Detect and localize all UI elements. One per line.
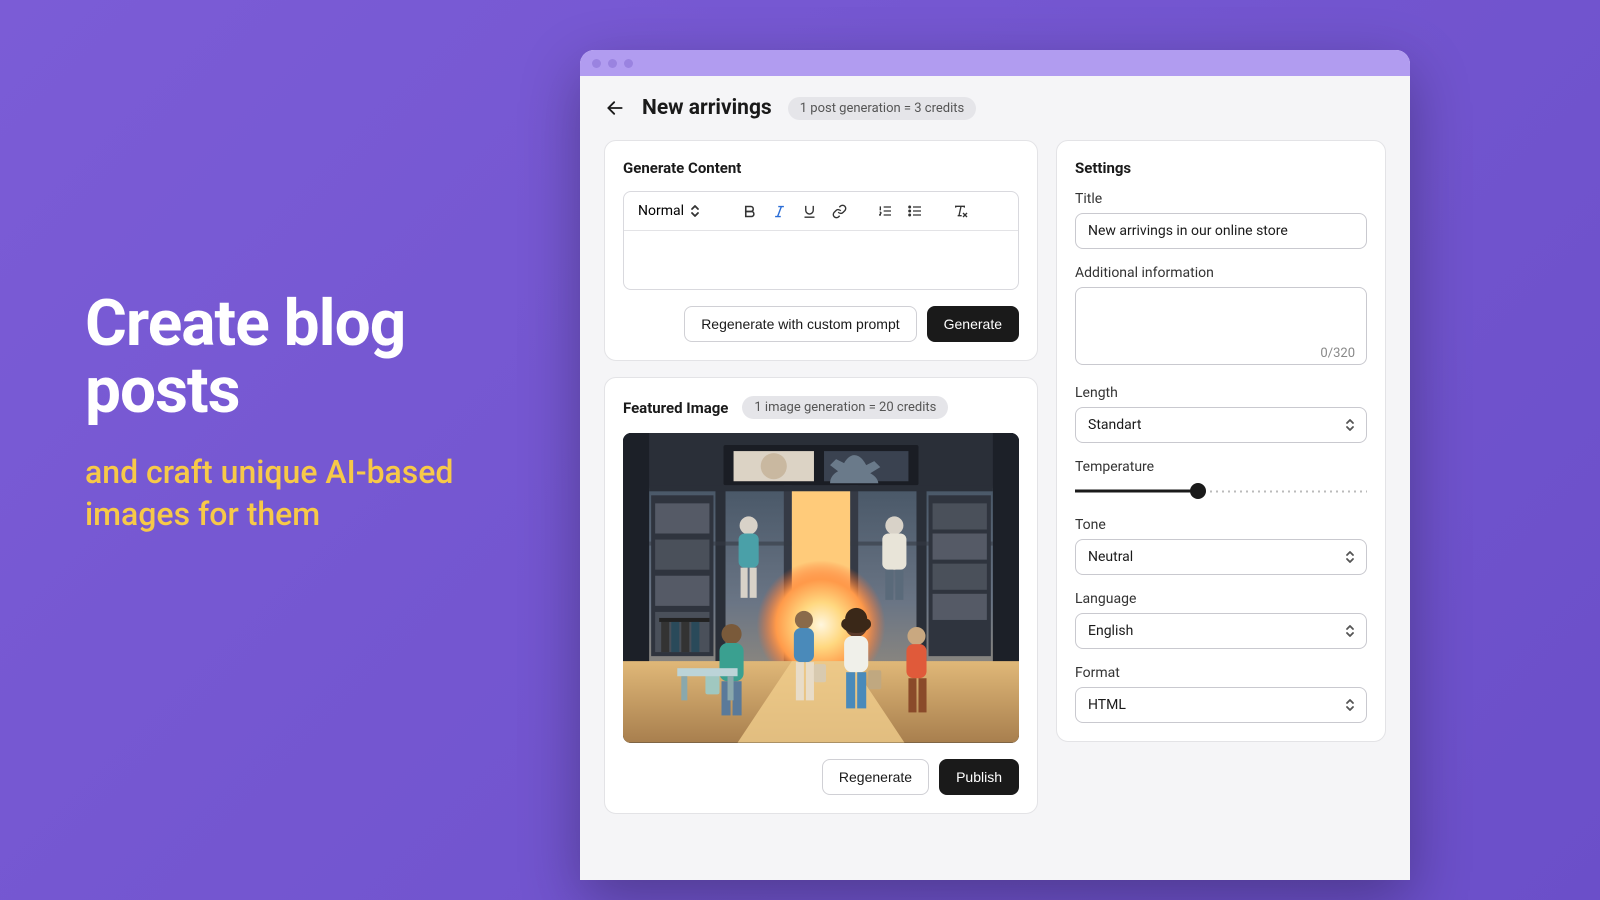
- credits-badge: 1 post generation = 3 credits: [788, 97, 976, 120]
- slider-thumb[interactable]: [1190, 483, 1206, 499]
- rich-text-editor: Normal: [623, 191, 1019, 290]
- up-down-caret-icon: [690, 204, 700, 218]
- title-label: Title: [1075, 191, 1367, 207]
- page-title: New arrivings: [642, 96, 772, 120]
- format-label: Format: [1075, 665, 1367, 681]
- featured-image-preview[interactable]: [623, 433, 1019, 743]
- bullet-list-button[interactable]: [902, 198, 928, 224]
- settings-card: Settings Title Additional information 0/…: [1056, 140, 1386, 742]
- editor-toolbar: Normal: [624, 192, 1018, 231]
- link-icon: [832, 204, 847, 219]
- format-select[interactable]: [1075, 687, 1367, 723]
- length-select[interactable]: [1075, 407, 1367, 443]
- underline-button[interactable]: [796, 198, 822, 224]
- italic-icon: [772, 204, 787, 219]
- paragraph-format-select[interactable]: Normal: [634, 201, 704, 221]
- ordered-list-icon: [877, 203, 893, 219]
- temperature-label: Temperature: [1075, 459, 1367, 475]
- clear-format-icon: [953, 203, 969, 219]
- app-body: New arrivings 1 post generation = 3 cred…: [580, 76, 1410, 880]
- window-max-dot[interactable]: [624, 59, 633, 68]
- tone-select[interactable]: [1075, 539, 1367, 575]
- featured-image-card: Featured Image 1 image generation = 20 c…: [604, 377, 1038, 814]
- promo-copy: Create blog posts and craft unique AI-ba…: [85, 290, 565, 536]
- generate-content-title: Generate Content: [623, 159, 1019, 177]
- length-label: Length: [1075, 385, 1367, 401]
- image-credits-badge: 1 image generation = 20 credits: [742, 396, 948, 419]
- editor-textarea[interactable]: [624, 231, 1018, 289]
- regenerate-prompt-button[interactable]: Regenerate with custom prompt: [684, 306, 916, 342]
- app-header: New arrivings 1 post generation = 3 cred…: [604, 96, 1386, 120]
- link-button[interactable]: [826, 198, 852, 224]
- promo-subhead: and craft unique AI-based images for the…: [85, 452, 565, 535]
- regenerate-image-button[interactable]: Regenerate: [822, 759, 929, 795]
- settings-title: Settings: [1075, 159, 1367, 177]
- promo-headline: Create blog posts: [85, 290, 565, 424]
- title-input[interactable]: [1075, 213, 1367, 249]
- person4: [906, 627, 926, 712]
- bold-icon: [742, 204, 757, 219]
- back-button[interactable]: [604, 97, 626, 119]
- bold-button[interactable]: [736, 198, 762, 224]
- slider-empty: [1198, 490, 1367, 492]
- arrow-left-icon: [605, 98, 625, 118]
- window-close-dot[interactable]: [592, 59, 601, 68]
- additional-info-label: Additional information: [1075, 265, 1367, 281]
- tone-label: Tone: [1075, 517, 1367, 533]
- ordered-list-button[interactable]: [872, 198, 898, 224]
- generate-content-card: Generate Content Normal: [604, 140, 1038, 361]
- publish-button[interactable]: Publish: [939, 759, 1019, 795]
- italic-button[interactable]: [766, 198, 792, 224]
- clear-format-button[interactable]: [948, 198, 974, 224]
- featured-image-title: Featured Image: [623, 399, 728, 417]
- slider-fill: [1075, 490, 1198, 493]
- underline-icon: [802, 204, 817, 219]
- window-min-dot[interactable]: [608, 59, 617, 68]
- temperature-slider[interactable]: [1075, 481, 1367, 501]
- generate-button[interactable]: Generate: [927, 306, 1019, 342]
- bullet-list-icon: [907, 203, 923, 219]
- language-select[interactable]: [1075, 613, 1367, 649]
- paragraph-format-label: Normal: [638, 203, 684, 219]
- window-titlebar: [580, 50, 1410, 76]
- char-count: 0/320: [1320, 346, 1355, 361]
- browser-window: New arrivings 1 post generation = 3 cred…: [580, 50, 1410, 880]
- language-label: Language: [1075, 591, 1367, 607]
